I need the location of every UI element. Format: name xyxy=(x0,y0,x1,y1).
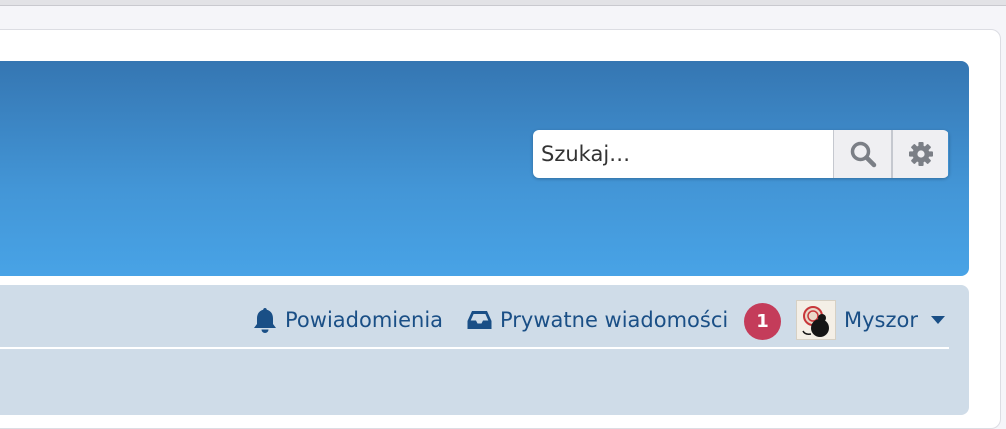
browser-top-strip xyxy=(0,0,1006,6)
search-button[interactable] xyxy=(833,130,891,178)
user-menu[interactable]: Myszor xyxy=(844,300,946,340)
caret-down-icon xyxy=(930,315,946,325)
gear-icon xyxy=(908,142,933,166)
inbox-icon xyxy=(466,308,493,332)
private-messages-label: Prywatne wiadomości xyxy=(500,308,729,332)
avatar[interactable] xyxy=(796,300,836,340)
notifications-label: Powiadomienia xyxy=(285,308,444,332)
mouse-avatar-image xyxy=(802,306,829,337)
search-input[interactable] xyxy=(533,130,833,178)
search-box xyxy=(533,130,949,178)
navbar-divider xyxy=(0,347,949,349)
username-label: Myszor xyxy=(844,308,918,332)
advanced-search-button[interactable] xyxy=(891,130,948,178)
notifications-link[interactable]: Powiadomienia xyxy=(252,300,443,340)
search-icon xyxy=(850,141,876,168)
private-messages-link[interactable]: Prywatne wiadomości xyxy=(466,300,728,340)
messages-count-badge: 1 xyxy=(744,303,781,340)
bell-icon xyxy=(252,306,278,334)
